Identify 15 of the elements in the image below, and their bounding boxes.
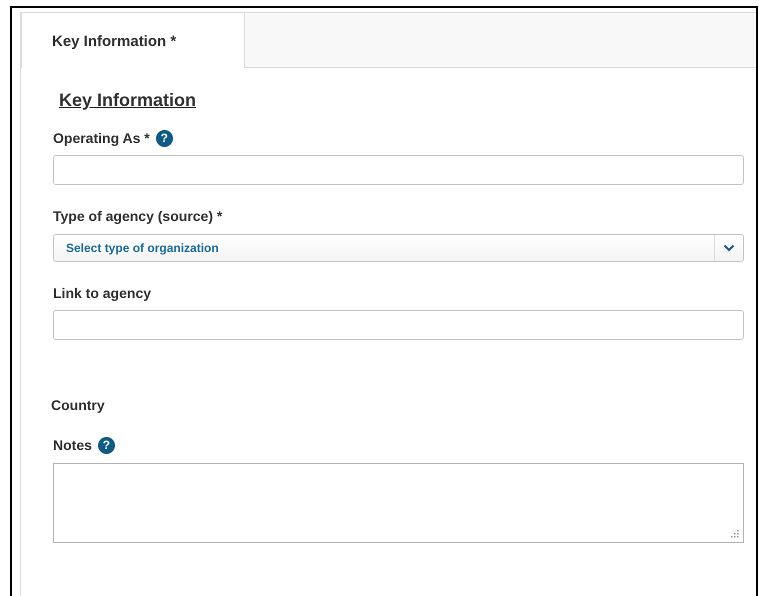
chevron-down-icon [723,244,735,252]
textarea-field[interactable] [53,463,744,543]
field-label: Link to agency [53,285,152,301]
select-dropdown[interactable]: Select type of organization [53,234,744,262]
field-label: Operating As * [53,130,150,146]
input-field[interactable] [53,310,744,340]
input-field[interactable] [53,155,744,185]
tab[interactable]: Key Information * [21,12,245,68]
section-title: Key Information [59,90,196,111]
field-label: Type of agency (source) * [53,208,222,224]
field-label: Notes [53,437,92,453]
resize-grip-icon [730,529,739,538]
help-icon[interactable]: ? [98,436,115,454]
field-label: Country [51,397,105,413]
help-icon[interactable]: ? [156,130,173,146]
